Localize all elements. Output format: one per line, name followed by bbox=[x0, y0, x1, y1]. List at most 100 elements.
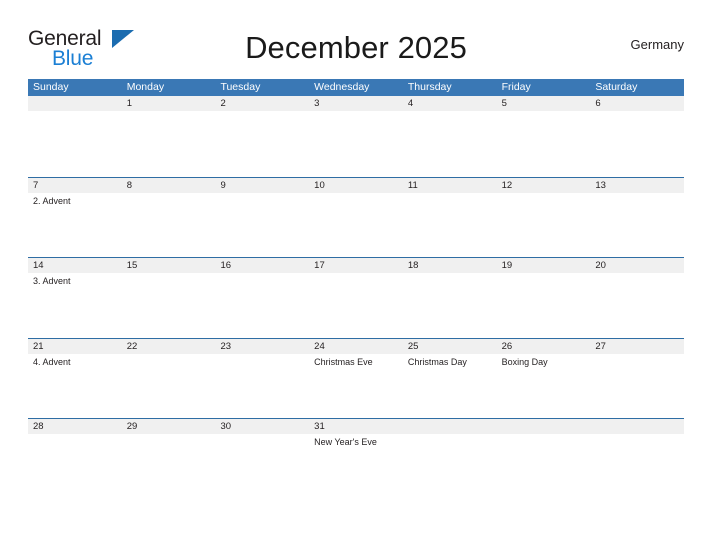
weekday-header-friday: Friday bbox=[501, 81, 531, 93]
day-cell-20[interactable]: 20 bbox=[590, 258, 685, 338]
day-cell-empty[interactable] bbox=[496, 419, 591, 499]
day-events: Christmas Eve bbox=[309, 354, 403, 368]
calendar-week-row: 28 29 30 31 New Year's Eve bbox=[28, 418, 685, 499]
day-number: 23 bbox=[220, 340, 232, 352]
day-number: 4 bbox=[407, 98, 414, 109]
day-cell-7[interactable]: 7 2. Advent bbox=[28, 177, 122, 258]
day-cell-18[interactable]: 18 bbox=[402, 258, 497, 338]
day-cell-17[interactable]: 17 bbox=[309, 258, 403, 338]
week-cells: 7 2. Advent 8 9 10 11 12 13 bbox=[28, 177, 685, 258]
day-cell-1[interactable]: 1 bbox=[121, 96, 216, 177]
calendar-page: General Blue December 2025 Germany Sunda… bbox=[0, 0, 712, 550]
day-number: 24 bbox=[314, 340, 325, 352]
day-number: 20 bbox=[595, 260, 606, 271]
calendar-week-row: 21 4. Advent 22 23 24 Christmas Eve 25 Christma… bbox=[28, 337, 685, 419]
week-cells: 14 3. Advent 15 16 17 18 19 20 bbox=[28, 258, 685, 338]
weekday-header-wednesday: Wednesday bbox=[314, 81, 370, 93]
day-number: 19 bbox=[501, 260, 513, 271]
calendar-week-row: 7 2. Advent 8 9 10 11 12 13 bbox=[28, 176, 685, 258]
event-label: Boxing Day bbox=[501, 356, 548, 367]
day-cell-24[interactable]: 24 Christmas Eve bbox=[309, 338, 403, 419]
day-cell-26[interactable]: 26 Boxing Day bbox=[496, 338, 591, 419]
weekday-header-tuesday: Tuesday bbox=[220, 81, 261, 93]
day-number: 17 bbox=[314, 260, 325, 271]
day-number bbox=[403, 419, 497, 434]
day-cell-11[interactable]: 11 bbox=[402, 177, 497, 258]
day-number: 9 bbox=[220, 179, 226, 191]
day-cell-30[interactable]: 30 bbox=[215, 419, 310, 499]
day-cell-29[interactable]: 29 bbox=[121, 419, 216, 499]
week-cells: 1 2 3 4 5 6 bbox=[28, 96, 685, 177]
day-number: 12 bbox=[501, 179, 513, 191]
day-cell-19[interactable]: 19 bbox=[496, 258, 591, 338]
day-number bbox=[497, 419, 591, 434]
day-events: Boxing Day bbox=[497, 354, 591, 368]
page-header: General Blue December 2025 Germany bbox=[28, 28, 684, 70]
day-events: 3. Advent bbox=[28, 273, 122, 287]
day-number: 11 bbox=[407, 179, 418, 191]
day-number: 22 bbox=[126, 340, 138, 352]
day-cell-28[interactable]: 28 bbox=[28, 419, 122, 499]
day-cell-12[interactable]: 12 bbox=[496, 177, 591, 258]
day-cell-10[interactable]: 10 bbox=[309, 177, 403, 258]
day-cell-21[interactable]: 21 4. Advent bbox=[28, 338, 122, 419]
day-number: 21 bbox=[33, 340, 44, 352]
day-cell-16[interactable]: 16 bbox=[215, 258, 310, 338]
day-cell-15[interactable]: 15 bbox=[121, 258, 216, 338]
day-number: 7 bbox=[33, 179, 39, 191]
day-events: Christmas Day bbox=[403, 354, 497, 368]
day-cell-22[interactable]: 22 bbox=[121, 338, 216, 419]
weekday-header-monday: Monday bbox=[126, 81, 165, 93]
day-number: 15 bbox=[126, 260, 138, 271]
day-cell-empty[interactable] bbox=[402, 419, 497, 499]
day-number: 3 bbox=[314, 98, 320, 109]
week-cells: 28 29 30 31 New Year's Eve bbox=[28, 419, 685, 499]
day-number: 30 bbox=[220, 421, 232, 432]
day-number: 6 bbox=[595, 98, 601, 109]
day-number: 8 bbox=[126, 179, 133, 191]
day-number: 28 bbox=[33, 421, 44, 432]
day-number: 5 bbox=[501, 98, 507, 109]
day-events: 4. Advent bbox=[28, 354, 122, 368]
event-label: Christmas Day bbox=[407, 356, 467, 367]
event-label: 4. Advent bbox=[33, 356, 71, 367]
day-number: 26 bbox=[501, 340, 513, 352]
day-number: 25 bbox=[407, 340, 419, 352]
weekday-header-row: Sunday Monday Tuesday Wednesday Thursday Frid… bbox=[28, 79, 684, 96]
day-number: 27 bbox=[595, 340, 606, 352]
day-cell-empty[interactable] bbox=[590, 419, 685, 499]
weekday-header-saturday: Saturday bbox=[595, 81, 638, 93]
day-cell-6[interactable]: 6 bbox=[590, 96, 685, 177]
region-label: Germany bbox=[630, 37, 684, 52]
day-events: New Year's Eve bbox=[309, 434, 403, 448]
day-cell-4[interactable]: 4 bbox=[402, 96, 497, 177]
day-number: 1 bbox=[126, 98, 133, 109]
calendar-weeks: 1 2 3 4 5 6 7 2. Advent 8 9 10 11 12 13 14 3. Advent 15 1… bbox=[28, 96, 685, 499]
day-number: 16 bbox=[220, 260, 232, 271]
day-number: 13 bbox=[595, 179, 606, 191]
weekday-header-sunday: Sunday bbox=[33, 81, 69, 93]
day-cell-2[interactable]: 2 bbox=[215, 96, 310, 177]
calendar-grid: Sunday Monday Tuesday Wednesday Thursday Frid… bbox=[28, 79, 685, 499]
day-cell-14[interactable]: 14 3. Advent bbox=[28, 258, 122, 338]
day-cell-empty[interactable] bbox=[28, 96, 122, 177]
day-number: 10 bbox=[314, 179, 325, 191]
day-events: 2. Advent bbox=[28, 193, 122, 207]
day-cell-13[interactable]: 13 bbox=[590, 177, 685, 258]
day-cell-31[interactable]: 31 New Year's Eve bbox=[309, 419, 403, 499]
event-label: 3. Advent bbox=[33, 276, 71, 286]
page-title: December 2025 bbox=[245, 30, 467, 65]
day-number: 31 bbox=[314, 421, 325, 432]
day-cell-8[interactable]: 8 bbox=[121, 177, 216, 258]
day-cell-9[interactable]: 9 bbox=[215, 177, 310, 258]
event-label: Christmas Eve bbox=[314, 356, 373, 367]
day-cell-27[interactable]: 27 bbox=[590, 338, 685, 419]
day-cell-5[interactable]: 5 bbox=[496, 96, 591, 177]
day-number bbox=[28, 96, 122, 111]
weekday-header-thursday: Thursday bbox=[407, 81, 452, 93]
day-cell-3[interactable]: 3 bbox=[309, 96, 403, 177]
day-cell-23[interactable]: 23 bbox=[215, 338, 310, 419]
day-number: 14 bbox=[33, 260, 44, 271]
day-number bbox=[590, 419, 684, 434]
day-cell-25[interactable]: 25 Christmas Day bbox=[402, 338, 497, 419]
